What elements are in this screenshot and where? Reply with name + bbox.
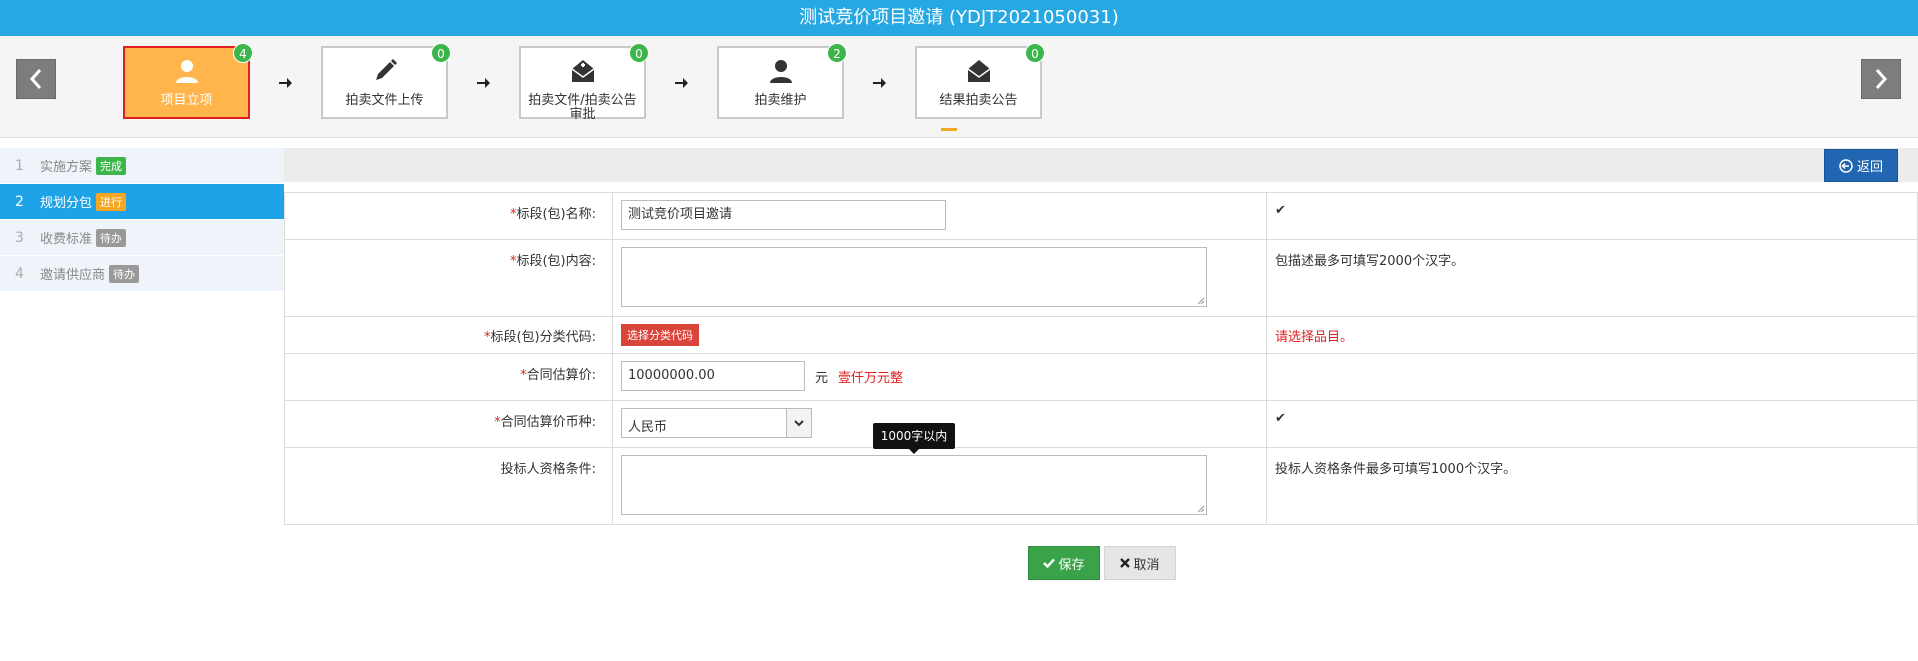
sidebar-item-invite-suppliers[interactable]: 4 邀请供应商 待办 [0,256,284,292]
char-limit-tooltip: 1000字以内 [873,423,955,454]
sidebar-item-label: 收费标准 [40,232,93,247]
sidebar-item-number: 1 [15,157,24,174]
envelope-icon [967,60,990,82]
package-name-input[interactable]: 测试竞价项目邀请 [621,200,946,230]
envelope-plus-icon [571,60,594,82]
field-label: 投标人资格条件: [500,462,596,477]
chevron-right-icon [1875,69,1888,89]
status-badge: 待办 [109,264,140,283]
package-content-textarea[interactable] [621,247,1207,307]
step-label: 拍卖文件/拍卖公告审批 [528,93,637,122]
current-step-marker [941,128,957,131]
field-label: 标段(包)分类代码: [490,330,596,345]
arrow-right-icon [477,78,490,88]
sidebar-item-label: 实施方案 [40,160,93,175]
save-button[interactable]: 保存 [1028,546,1100,580]
field-label: 合同估算价: [526,368,596,383]
workflow-steps: 项目立项 4 拍卖文件上传 0 拍卖文件/拍卖公告审批 0 拍卖维护 2 结果拍… [0,36,1918,138]
sidebar-item-plan[interactable]: 1 实施方案 完成 [0,148,284,184]
step-project-setup[interactable]: 项目立项 4 [123,43,253,119]
sidebar-item-packaging[interactable]: 2 规划分包 进行 [0,184,284,220]
resize-grip-icon[interactable] [1197,505,1205,513]
sidebar-item-label: 规划分包 [40,196,93,211]
step-file-approval[interactable]: 拍卖文件/拍卖公告审批 0 [519,43,649,122]
back-button-label: 返回 [1856,160,1883,175]
page-title: 测试竞价项目邀请 (YDJT2021050031) [0,0,1918,36]
step-auction-maintenance[interactable]: 拍卖维护 2 [717,43,847,119]
action-bar: 返回 [284,148,1918,182]
form-row-currency: *合同估算价币种: 人民币 ✔ [284,400,1918,448]
status-badge: 完成 [96,156,127,175]
field-hint: 请选择品目。 [1275,330,1354,345]
sidebar-item-label: 邀请供应商 [40,268,106,283]
field-hint: 投标人资格条件最多可填写1000个汉字。 [1275,462,1517,477]
user-icon [175,60,198,83]
form-row-price: *合同估算价: 10000000.00 元 壹仟万元整 [284,353,1918,401]
sidebar-item-number: 3 [15,229,24,246]
form-row-name: *标段(包)名称: 测试竞价项目邀请 ✔ [284,192,1918,240]
select-category-button[interactable]: 选择分类代码 [621,324,699,346]
form-row-category: *标段(包)分类代码: 选择分类代码 请选择品目。 [284,316,1918,354]
currency-selected-value: 人民币 [628,420,668,435]
arrow-right-icon [675,78,688,88]
field-label: 标段(包)名称: [516,207,596,222]
sidebar-steps: 1 实施方案 完成 2 规划分包 进行 3 收费标准 待办 4 邀请供应商 待办 [0,148,284,292]
step-count-badge: 0 [1025,43,1045,63]
step-count-badge: 4 [233,43,253,63]
form-row-qualification: 投标人资格条件: 投标人资格条件最多可填写1000个汉字。 [284,447,1918,525]
chevron-down-icon[interactable] [786,409,811,437]
sidebar-item-number: 4 [15,265,24,282]
step-result-announcement[interactable]: 结果拍卖公告 0 [915,43,1045,119]
price-unit: 元 [815,370,829,386]
prev-step-button[interactable] [16,59,56,99]
step-label: 结果拍卖公告 [939,93,1018,108]
arrow-right-icon [873,78,886,88]
status-badge: 待办 [96,228,127,247]
back-button[interactable]: 返回 [1824,149,1898,182]
chevron-left-icon [29,69,42,89]
status-badge: 进行 [96,192,127,211]
next-step-button[interactable] [1861,59,1901,99]
save-button-label: 保存 [1058,557,1085,573]
circle-arrow-left-icon [1839,158,1853,173]
field-label: 标段(包)内容: [516,254,596,269]
step-file-upload[interactable]: 拍卖文件上传 0 [321,43,451,119]
price-amount-chinese: 壹仟万元整 [838,370,904,386]
step-label: 项目立项 [160,93,213,108]
field-hint: 包描述最多可填写2000个汉字。 [1275,254,1465,269]
step-label: 拍卖文件上传 [345,93,424,108]
step-count-badge: 0 [629,43,649,63]
check-icon: ✔ [1275,203,1286,218]
check-icon: ✔ [1275,411,1286,426]
sidebar-item-number: 2 [15,193,24,210]
qualification-textarea[interactable] [621,455,1207,515]
user-icon [769,60,792,83]
sidebar-item-fees[interactable]: 3 收费标准 待办 [0,220,284,256]
step-label: 拍卖维护 [754,93,807,108]
close-icon [1120,558,1131,568]
currency-select[interactable]: 人民币 [621,408,812,438]
package-form: *标段(包)名称: 测试竞价项目邀请 ✔ *标段(包)内容: 包描述最多可填写2… [284,192,1918,525]
step-count-badge: 0 [431,43,451,63]
step-count-badge: 2 [827,43,847,63]
arrow-right-icon [279,78,292,88]
contract-price-input[interactable]: 10000000.00 [621,361,805,391]
field-label: 合同估算价币种: [500,415,596,430]
pencil-icon [375,59,397,80]
form-row-content: *标段(包)内容: 包描述最多可填写2000个汉字。 [284,239,1918,317]
resize-grip-icon[interactable] [1197,297,1205,305]
cancel-button[interactable]: 取消 [1104,546,1176,580]
check-icon [1043,558,1056,568]
cancel-button-label: 取消 [1133,557,1160,573]
